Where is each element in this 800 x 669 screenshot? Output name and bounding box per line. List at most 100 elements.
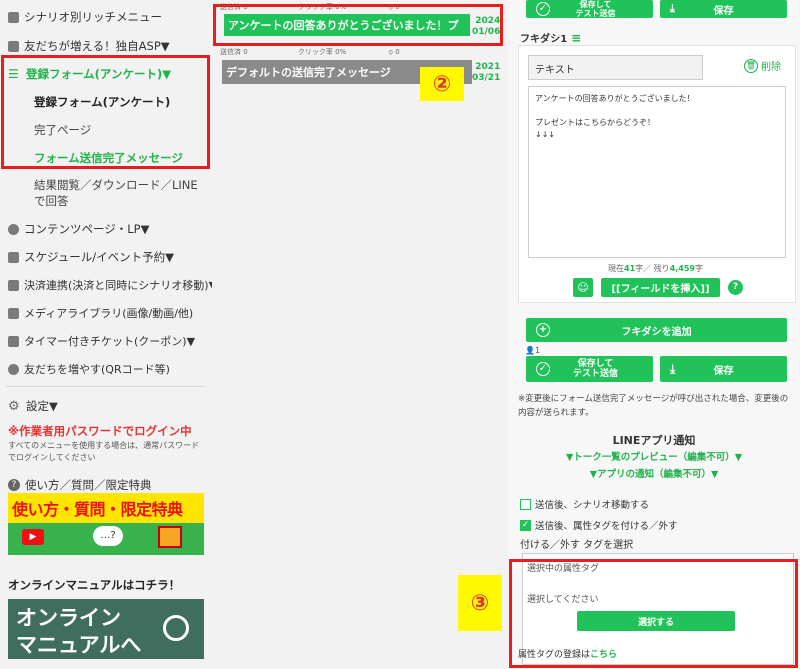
manual-label: オンラインマニュアルはコチラ！ xyxy=(8,578,181,592)
annotation-marker-2: ② xyxy=(420,67,464,101)
card-icon xyxy=(8,279,19,291)
people-icon xyxy=(8,40,19,52)
download-icon: ⤓ xyxy=(670,2,675,15)
highlight-box-1 xyxy=(1,55,210,169)
message-textarea[interactable]: アンケートの回答ありがとうございました！ プレゼントはこちらからどうぞ！ ↓↓↓ xyxy=(528,86,786,258)
app-notice-link[interactable]: ▼アプリの通知（編集不可）▼ xyxy=(508,466,800,480)
change-note: ※変更後にフォーム送信完了メッセージが呼び出された場合、変更後の内容が送られます… xyxy=(518,394,789,418)
message-stats-2: 送信済 0 クリック率 0% ⦸ 0 xyxy=(220,47,400,57)
add-fukidashi-button[interactable]: + フキダシを追加 xyxy=(526,318,787,342)
gift-icon xyxy=(158,526,182,548)
tag-checkbox-row[interactable]: ✓ 送信後、属性タグを付ける／外す xyxy=(520,518,678,532)
sidebar-item-schedule[interactable]: スケジュール/イベント予約▼ xyxy=(8,249,174,265)
user-plus-icon xyxy=(8,363,19,375)
globe-icon xyxy=(8,223,19,235)
folder-icon xyxy=(8,307,19,319)
stat-blocked: ⦸ 0 xyxy=(388,48,400,56)
sidebar-item-label: コンテンツページ・LP▼ xyxy=(24,222,150,236)
sidebar-item-label: 設定▼ xyxy=(26,399,58,413)
emoji-button[interactable]: ☺ xyxy=(573,278,593,297)
annotation-marker-3: ③ xyxy=(458,575,502,631)
person-icon: 👤 xyxy=(525,346,535,355)
scenario-move-checkbox[interactable] xyxy=(520,498,531,510)
help-link-label: 使い方／質問／限定特典 xyxy=(25,478,152,492)
manual-banner-line2: マニュアルへ xyxy=(16,633,142,657)
manual-banner[interactable]: オンライン マニュアルへ xyxy=(8,599,204,659)
add-fukidashi-label: フキダシを追加 xyxy=(621,326,692,338)
sidebar-item-label: 友だちを増やす(QRコード等) xyxy=(24,363,170,376)
calendar-icon xyxy=(8,251,19,263)
results-label-line1: 結果閲覧／ダウンロード／LINE xyxy=(34,178,198,192)
sidebar-item-label: 友だちが増える！独自ASP▼ xyxy=(24,39,170,53)
sidebar-item-label: シナリオ別リッチメニュー xyxy=(24,10,162,24)
save-test-label-line1: 保存して xyxy=(579,0,612,9)
help-banner[interactable]: 使い方・質問・限定特典 ▶ …? xyxy=(8,493,204,555)
message-date-2: 2021 03/21 xyxy=(472,62,500,84)
save-label: 保存 xyxy=(713,5,734,17)
tag-select-label: 付ける／外す タグを選択 xyxy=(520,540,634,551)
ticket-icon xyxy=(8,335,19,347)
tag-checkbox[interactable]: ✓ xyxy=(520,519,531,531)
highlight-box-2 xyxy=(213,4,503,46)
save-test-label-line2: テスト送信 xyxy=(572,369,618,379)
plus-circle-icon: + xyxy=(536,323,550,337)
fukidashi-header: フキダシ1 ≡ xyxy=(520,30,581,46)
worker-login-warning: ※作業者用パスワードでログイン中 xyxy=(8,424,192,438)
sidebar-item-add-friends[interactable]: 友だちを増やす(QRコード等) xyxy=(8,361,170,377)
save-test-label: 保存して テスト送信 xyxy=(573,359,618,379)
sidebar-item-asp[interactable]: 友だちが増える！独自ASP▼ xyxy=(8,38,170,54)
question-icon: ? xyxy=(8,479,20,491)
count-prefix: 現在 xyxy=(608,264,624,273)
chat-bubble-icon: …? xyxy=(93,526,123,546)
sidebar-item-contents[interactable]: コンテンツページ・LP▼ xyxy=(8,221,149,237)
worker-login-note-line1: すべてのメニューを使用する場合は、通常パスワード xyxy=(8,441,200,450)
scenario-move-checkbox-row[interactable]: 送信後、シナリオ移動する xyxy=(520,497,649,511)
globe-search-icon xyxy=(163,615,189,641)
stat-click-rate: クリック率 0% xyxy=(297,48,347,56)
sidebar-item-settings[interactable]: ⚙ 設定▼ xyxy=(8,398,58,414)
message-year: 2021 xyxy=(475,62,501,72)
talk-preview-link[interactable]: ▼トーク一覧のプレビュー（編集不可）▼ xyxy=(508,449,800,463)
user-count: 👤1 xyxy=(525,346,540,355)
highlight-box-3 xyxy=(509,559,798,668)
message-type-select[interactable]: テキスト xyxy=(528,55,703,80)
help-icon[interactable]: ? xyxy=(728,280,743,295)
save-and-test-button-top[interactable]: ✓ 保存して テスト送信 xyxy=(526,0,653,18)
save-button-top[interactable]: ⤓ 保存 xyxy=(660,0,787,18)
message-day: 03/21 xyxy=(472,73,501,83)
char-count: 現在41字／ 残り4,459字 xyxy=(608,263,703,274)
trash-icon: 🗑 xyxy=(744,58,758,73)
worker-login-note-line2: でログインしてください xyxy=(8,453,96,462)
stat-sent: 送信済 0 xyxy=(220,48,248,56)
check-circle-icon: ✓ xyxy=(536,362,550,376)
results-label-line2: で回答 xyxy=(34,194,69,208)
help-link[interactable]: ? 使い方／質問／限定特典 xyxy=(8,477,152,493)
save-button[interactable]: ⤓ 保存 xyxy=(660,356,787,382)
save-and-test-button[interactable]: ✓ 保存して テスト送信 xyxy=(526,356,653,382)
user-count-value: 1 xyxy=(534,346,541,355)
save-test-label-line1: 保存して xyxy=(577,359,614,369)
message-line: ↓↓↓ xyxy=(535,130,556,139)
fukidashi-label: フキダシ1 xyxy=(520,34,568,45)
save-test-label: 保存して テスト送信 xyxy=(576,0,616,18)
sidebar-item-ticket[interactable]: タイマー付きチケット(クーポン)▼ xyxy=(8,333,195,349)
count-suffix: 字 xyxy=(695,264,703,273)
count-remaining: 4,459 xyxy=(669,264,695,273)
sidebar-subitem-results[interactable]: 結果閲覧／ダウンロード／LINE で回答 xyxy=(34,177,198,209)
line-notice-title: LINEアプリ通知 xyxy=(612,434,696,447)
manual-banner-line1: オンライン xyxy=(16,606,121,630)
sidebar-item-media[interactable]: メディアライブラリ(画像/動画/他) xyxy=(8,305,193,321)
sidebar-item-label: スケジュール/イベント予約▼ xyxy=(24,250,174,264)
sidebar-item-label: メディアライブラリ(画像/動画/他) xyxy=(24,307,194,320)
sidebar-item-rich-menu[interactable]: シナリオ別リッチメニュー xyxy=(8,9,162,25)
delete-button[interactable]: 🗑 削除 xyxy=(744,58,781,73)
save-test-label-line2: テスト送信 xyxy=(575,9,616,18)
sidebar-item-payment[interactable]: 決済連携(決済と同時にシナリオ移動)▼ xyxy=(8,277,217,293)
drag-handle-icon[interactable]: ≡ xyxy=(571,31,581,45)
sidebar-item-label: タイマー付きチケット(クーポン)▼ xyxy=(24,335,196,348)
gear-icon: ⚙ xyxy=(8,398,20,414)
sidebar-item-label: 決済連携(決済と同時にシナリオ移動)▼ xyxy=(24,279,218,292)
worker-login-note: すべてのメニューを使用する場合は、通常パスワード でログインしてください xyxy=(8,440,199,464)
insert-field-button[interactable]: [[フィールドを挿入]] xyxy=(601,278,720,297)
help-banner-text: 使い方・質問・限定特典 xyxy=(12,500,183,519)
